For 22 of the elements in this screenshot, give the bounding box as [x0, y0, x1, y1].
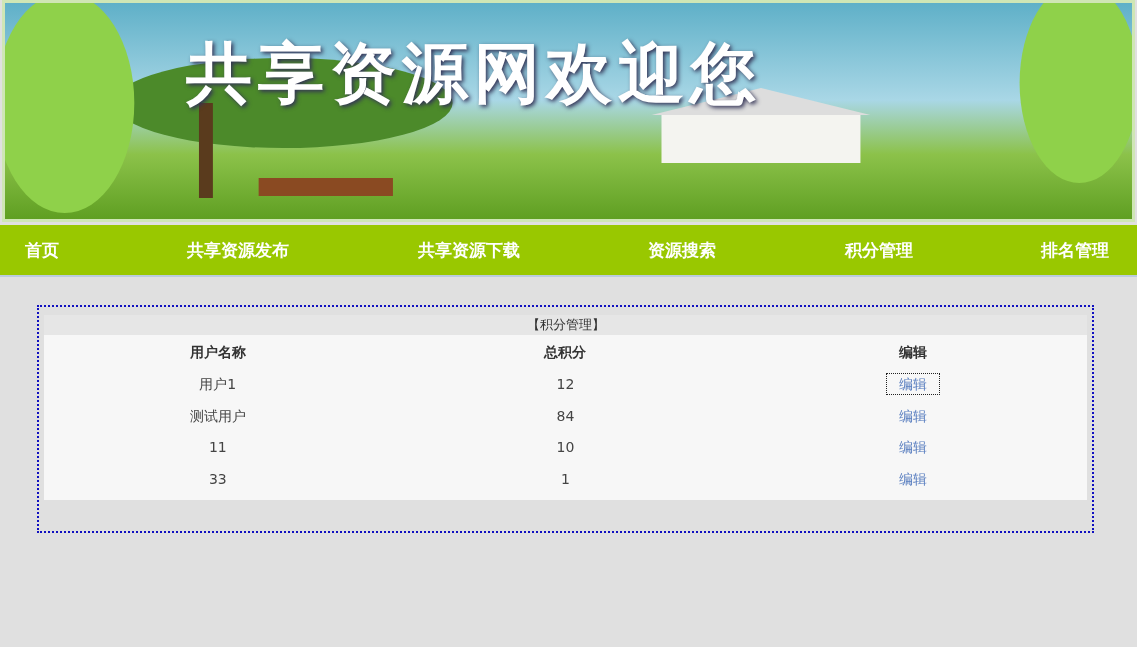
table-cell-text: 12	[555, 374, 576, 394]
table-cell-text: 10	[555, 438, 576, 458]
table-cell-text: 测试用户	[188, 406, 247, 426]
nav-link[interactable]: 首页	[25, 238, 59, 262]
edit-link[interactable]: 编辑	[887, 373, 940, 394]
column-header: 编辑	[898, 343, 929, 362]
nav-link[interactable]: 共享资源下载	[417, 238, 520, 262]
table-cell-text: 33	[207, 470, 228, 490]
column-header: 总积分	[542, 343, 588, 362]
nav-link[interactable]: 积分管理	[844, 238, 913, 262]
column-header: 用户名称	[188, 343, 247, 362]
table-cell-text: 11	[207, 438, 228, 458]
nav-link[interactable]: 共享资源发布	[187, 238, 290, 262]
table-cell-text: 用户1	[198, 374, 238, 394]
edit-link[interactable]: 编辑	[887, 405, 940, 426]
edit-link[interactable]: 编辑	[887, 437, 940, 458]
nav-link[interactable]: 排名管理	[1040, 238, 1109, 262]
edit-link[interactable]: 编辑	[887, 469, 940, 490]
panel-title: 【积分管理】	[44, 315, 1087, 335]
nav-link[interactable]: 资源搜索	[648, 238, 717, 262]
table-cell-text: 1	[560, 470, 571, 490]
table-cell-text: 84	[555, 406, 576, 426]
